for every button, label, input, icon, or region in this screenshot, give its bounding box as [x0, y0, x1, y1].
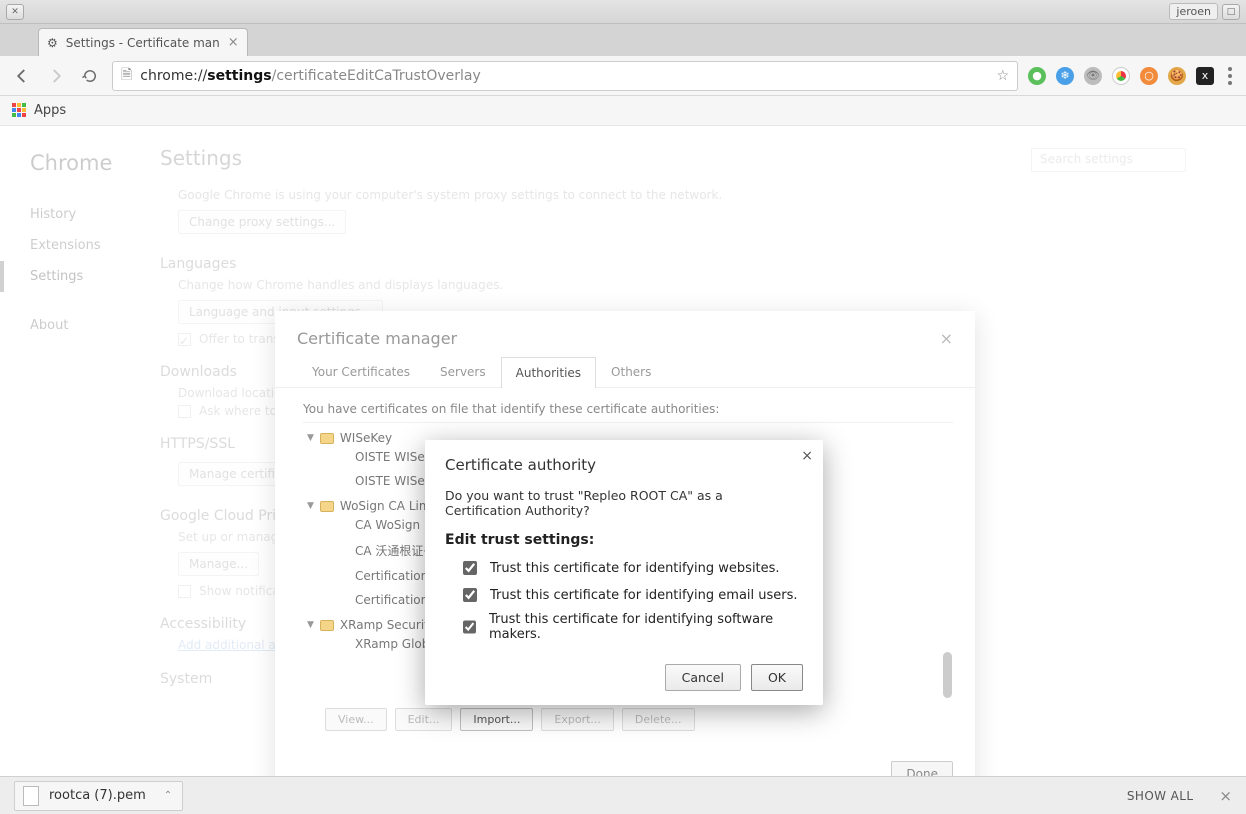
tab-others[interactable]: Others — [596, 356, 666, 387]
folder-icon — [320, 501, 334, 512]
trust-dialog-question: Do you want to trust "Repleo ROOT CA" as… — [445, 488, 803, 518]
page-icon: 🗎 — [121, 64, 132, 88]
shelf-close-icon[interactable]: × — [1219, 787, 1232, 805]
browser-toolbar: 🗎 chrome://settings/certificateEditCaTru… — [0, 56, 1246, 96]
chrome-menu-icon[interactable] — [1224, 63, 1236, 89]
extension-icon[interactable]: ❄ — [1056, 67, 1074, 85]
cert-manager-close-icon[interactable]: × — [940, 329, 953, 348]
caret-down-icon: ▼ — [307, 620, 314, 630]
trust-settings-label: Edit trust settings: — [445, 532, 803, 548]
view-button[interactable]: View... — [325, 708, 387, 731]
url-text: chrome://settings/certificateEditCaTrust… — [140, 68, 988, 84]
extension-icon[interactable]: ● — [1028, 67, 1046, 85]
folder-icon — [320, 433, 334, 444]
tab-your-certificates[interactable]: Your Certificates — [297, 356, 425, 387]
os-user-label[interactable]: jeroen — [1169, 3, 1218, 20]
import-button[interactable]: Import... — [460, 708, 533, 731]
export-button[interactable]: Export... — [541, 708, 614, 731]
checkbox-icon[interactable] — [463, 561, 477, 575]
delete-button[interactable]: Delete... — [622, 708, 695, 731]
trust-email-checkbox[interactable]: Trust this certificate for identifying e… — [459, 585, 803, 605]
cancel-button[interactable]: Cancel — [665, 664, 741, 691]
download-item[interactable]: rootca (7).pem ⌃ — [14, 781, 183, 811]
checkbox-icon[interactable] — [463, 588, 477, 602]
dialog-close-icon[interactable]: × — [801, 448, 813, 464]
cert-action-row: View... Edit... Import... Export... Dele… — [303, 702, 953, 737]
cert-manager-tabs: Your Certificates Servers Authorities Ot… — [275, 356, 975, 388]
trust-dialog-title: Certificate authority — [445, 456, 803, 474]
apps-label[interactable]: Apps — [34, 103, 66, 118]
checkbox-icon[interactable] — [463, 620, 476, 634]
cert-list-description: You have certificates on file that ident… — [303, 402, 953, 416]
show-all-downloads-button[interactable]: SHOW ALL — [1127, 789, 1194, 803]
caret-down-icon: ▼ — [307, 501, 314, 511]
tab-servers[interactable]: Servers — [425, 356, 501, 387]
tab-title: Settings - Certificate man — [66, 36, 220, 50]
forward-button[interactable] — [44, 64, 68, 88]
scrollbar[interactable] — [941, 423, 953, 702]
gear-icon: ⚙ — [47, 36, 58, 50]
bookmark-star-icon[interactable]: ☆ — [996, 68, 1009, 84]
window-maximize-icon[interactable]: □ — [1222, 4, 1240, 20]
page-content: Chrome History Extensions Settings About… — [0, 126, 1246, 776]
extension-icons: ● ❄ 👁 ○ 🍪 x — [1028, 63, 1236, 89]
trust-software-checkbox[interactable]: Trust this certificate for identifying s… — [459, 612, 803, 642]
download-filename: rootca (7).pem — [49, 788, 146, 803]
tab-close-icon[interactable]: × — [228, 35, 239, 50]
edit-button[interactable]: Edit... — [395, 708, 453, 731]
folder-icon — [320, 620, 334, 631]
scrollbar-thumb[interactable] — [943, 652, 952, 698]
os-titlebar: ✕ jeroen □ — [0, 0, 1246, 24]
done-button[interactable]: Done — [891, 761, 953, 776]
ok-button[interactable]: OK — [751, 664, 803, 691]
apps-icon[interactable] — [12, 103, 28, 119]
address-bar[interactable]: 🗎 chrome://settings/certificateEditCaTru… — [112, 61, 1018, 91]
browser-tabstrip: ⚙ Settings - Certificate man × — [0, 24, 1246, 56]
back-button[interactable] — [10, 64, 34, 88]
extension-icon[interactable]: 🍪 — [1168, 67, 1186, 85]
browser-tab[interactable]: ⚙ Settings - Certificate man × — [38, 28, 248, 56]
extension-icon[interactable]: x — [1196, 67, 1214, 85]
extension-icon[interactable] — [1112, 67, 1130, 85]
cert-manager-title: Certificate manager — [297, 329, 457, 348]
trust-ca-dialog: × Certificate authority Do you want to t… — [425, 440, 823, 705]
reload-button[interactable] — [78, 64, 102, 88]
window-close-icon[interactable]: ✕ — [6, 4, 24, 20]
extension-icon[interactable]: 👁 — [1084, 67, 1102, 85]
trust-websites-checkbox[interactable]: Trust this certificate for identifying w… — [459, 558, 803, 578]
download-shelf: rootca (7).pem ⌃ SHOW ALL × — [0, 776, 1246, 814]
tab-authorities[interactable]: Authorities — [501, 357, 596, 388]
bookmarks-bar: Apps — [0, 96, 1246, 126]
chevron-up-icon[interactable]: ⌃ — [164, 790, 172, 801]
extension-icon[interactable]: ○ — [1140, 67, 1158, 85]
caret-down-icon: ▼ — [307, 433, 314, 443]
file-icon — [23, 786, 39, 806]
